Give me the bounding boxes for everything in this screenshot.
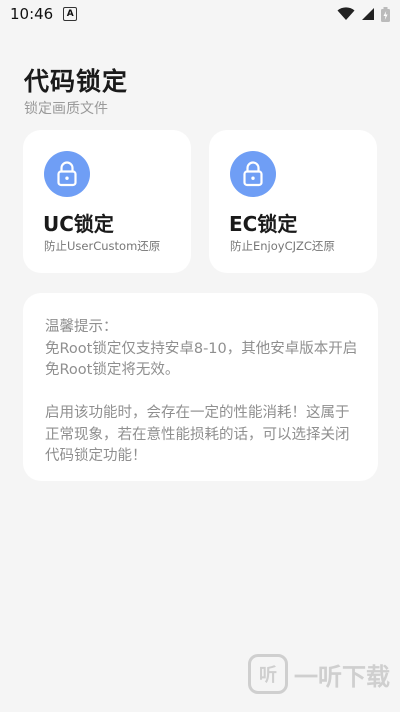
notice-heading: 温馨提示： <box>45 319 118 335</box>
page-title: 代码锁定 <box>24 67 129 96</box>
watermark-logo-icon: 听 <box>248 654 288 694</box>
notification-icon: A <box>63 7 78 21</box>
uc-lock-desc: 防止UserCustom还原 <box>44 239 161 253</box>
uc-lock-title: UC锁定 <box>43 212 114 236</box>
status-right <box>337 6 390 22</box>
notice-text: 温馨提示： 免Root锁定仅支持安卓8-10，其他安卓版本开启免Root锁定将无… <box>45 317 360 468</box>
wifi-icon <box>337 7 355 20</box>
watermark-text: 一听下载 <box>294 662 390 691</box>
lock-icon <box>243 161 263 187</box>
signal-icon <box>362 8 374 20</box>
lock-icon-circle <box>44 151 90 197</box>
notice-paragraph-1: 免Root锁定仅支持安卓8-10，其他安卓版本开启免Root锁定将无效。 <box>45 340 358 379</box>
ec-lock-card[interactable]: EC锁定 防止EnjoyCJZC还原 <box>209 130 377 273</box>
status-time: 10:46 <box>10 5 54 23</box>
notice-card: 温馨提示： 免Root锁定仅支持安卓8-10，其他安卓版本开启免Root锁定将无… <box>23 293 378 481</box>
uc-lock-card[interactable]: UC锁定 防止UserCustom还原 <box>23 130 191 273</box>
lock-icon-circle <box>230 151 276 197</box>
page-subtitle: 锁定画质文件 <box>24 101 108 117</box>
ec-lock-desc: 防止EnjoyCJZC还原 <box>230 239 335 253</box>
status-bar: 10:46 A <box>0 0 400 28</box>
watermark: 听 一听下载 <box>248 654 390 694</box>
battery-icon <box>381 6 390 22</box>
status-left: 10:46 A <box>10 5 78 23</box>
ec-lock-title: EC锁定 <box>229 212 298 236</box>
notice-paragraph-2: 启用该功能时，会存在一定的性能消耗！这属于正常现象，若在意性能损耗的话，可以选择… <box>45 405 350 464</box>
lock-icon <box>57 161 77 187</box>
